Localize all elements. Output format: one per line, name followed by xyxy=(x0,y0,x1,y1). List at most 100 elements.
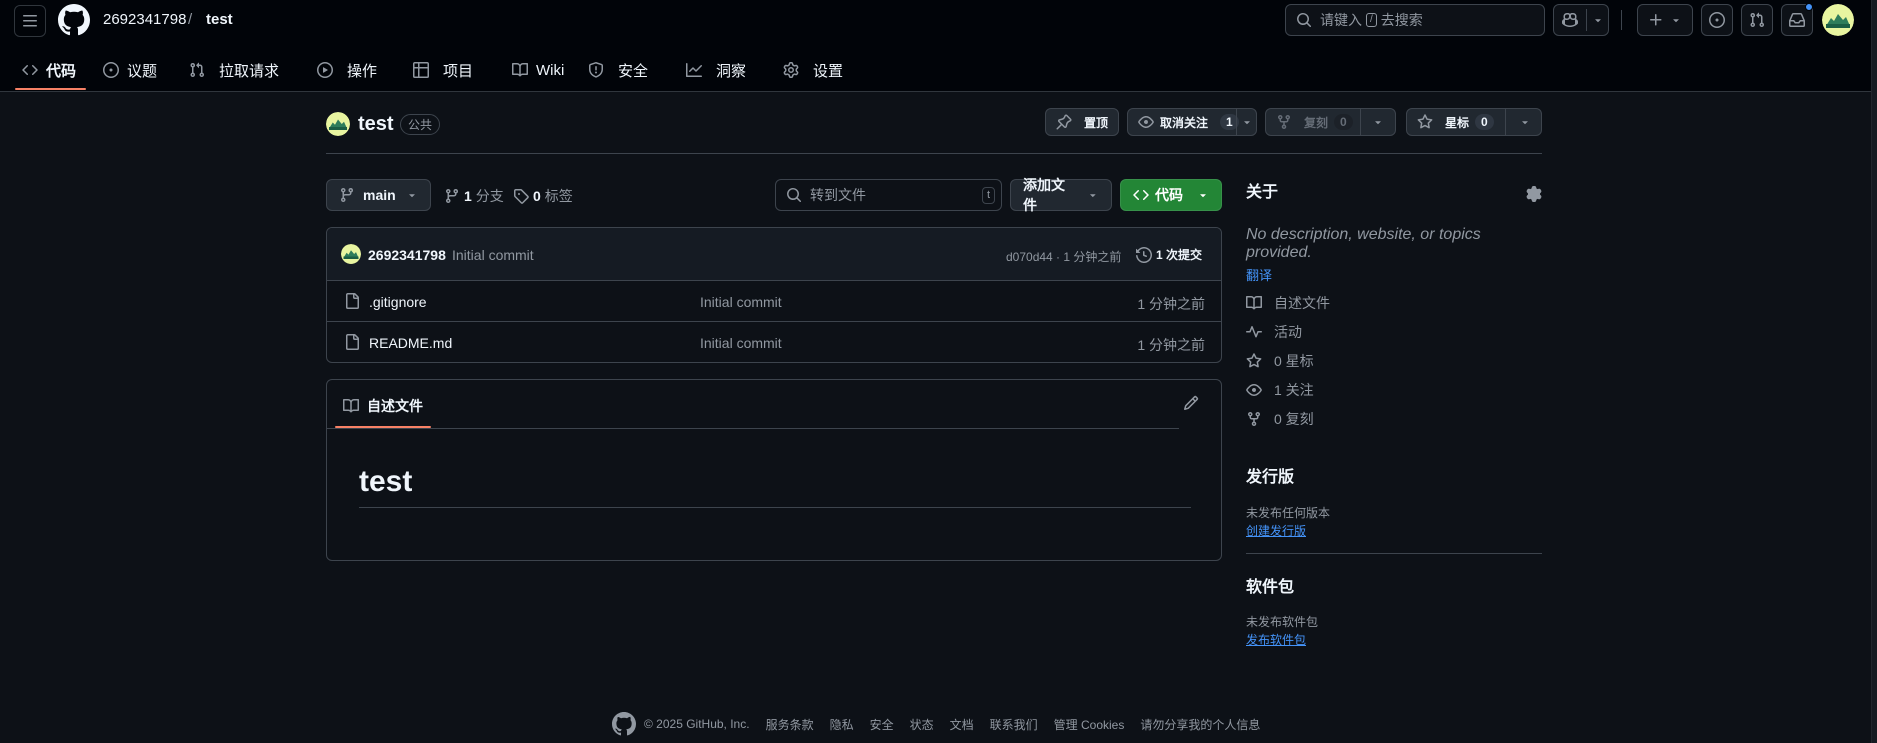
tab-actions[interactable]: 操作 xyxy=(317,48,377,92)
history-icon xyxy=(1136,246,1152,263)
footer-link-docs[interactable]: 文档 xyxy=(950,716,974,733)
hamburger-icon xyxy=(23,15,37,27)
create-release-link[interactable]: 创建发行版 xyxy=(1246,522,1306,539)
tab-security[interactable]: 安全 xyxy=(588,48,648,92)
footer-link-security[interactable]: 安全 xyxy=(870,716,894,733)
repo-title[interactable]: test xyxy=(358,113,394,136)
commit-author[interactable]: 2692341798 xyxy=(368,247,446,263)
create-new-button[interactable] xyxy=(1637,4,1693,36)
commit-author-avatar[interactable] xyxy=(341,244,361,264)
tab-code[interactable]: 代码 xyxy=(22,48,76,92)
footer-link-terms[interactable]: 服务条款 xyxy=(766,716,814,733)
page-scrollbar[interactable] xyxy=(1871,0,1877,743)
chevron-down-icon xyxy=(1090,194,1096,198)
add-file-label: 添加文件 xyxy=(1023,177,1065,213)
copilot-icon xyxy=(1562,12,1578,28)
sidebar-item-activity[interactable]: 活动 xyxy=(1246,322,1302,342)
issues-button[interactable] xyxy=(1701,4,1733,36)
footer-link-do-not-share[interactable]: 请勿分享我的个人信息 xyxy=(1140,716,1260,733)
unwatch-button[interactable]: 取消关注 1 xyxy=(1127,108,1257,136)
fork-label: 复刻 xyxy=(1304,115,1329,130)
sidebar-item-label: 活动 xyxy=(1274,324,1302,340)
footer-link-status[interactable]: 状态 xyxy=(910,716,934,733)
go-to-file-shortcut: t xyxy=(981,187,995,204)
global-search-input[interactable]: 请键入 / 去搜索 xyxy=(1285,4,1545,36)
code-icon xyxy=(1133,189,1149,201)
footer: © 2025 GitHub, Inc. 服务条款 隐私 安全 状态 文档 联系我… xyxy=(612,712,1260,736)
sidebar-item-forks[interactable]: 0 复刻 xyxy=(1246,409,1314,429)
pull-requests-button[interactable] xyxy=(1741,4,1773,36)
sidebar-divider xyxy=(1246,553,1542,554)
tab-wiki[interactable]: Wiki xyxy=(512,48,564,92)
chevron-down-icon[interactable] xyxy=(1519,116,1531,128)
graph-icon xyxy=(686,63,702,77)
chevron-down-icon[interactable] xyxy=(1241,116,1253,128)
edit-readme-button[interactable] xyxy=(1183,395,1199,411)
tags-link[interactable]: 0 标签 xyxy=(513,186,573,206)
footer-link-cookies[interactable]: 管理 Cookies xyxy=(1054,716,1125,733)
add-file-button[interactable]: 添加文件 xyxy=(1010,177,1112,213)
branch-selector[interactable]: main xyxy=(326,179,431,211)
tab-projects[interactable]: 项目 xyxy=(413,48,473,92)
table-row[interactable]: README.md Initial commit 1 分钟之前 xyxy=(327,322,1221,362)
tab-pull-requests[interactable]: 拉取请求 xyxy=(189,48,279,92)
tab-projects-label: 项目 xyxy=(443,62,474,80)
pull-request-icon xyxy=(1750,12,1765,28)
releases-empty-text: 未发布任何版本 xyxy=(1246,506,1331,520)
chevron-down-icon xyxy=(1200,194,1206,198)
sidebar-item-label: 1 关注 xyxy=(1274,382,1314,398)
readme-tab[interactable]: 自述文件 xyxy=(343,396,423,416)
code-button[interactable]: 代码 xyxy=(1120,179,1222,211)
star-icon xyxy=(1246,353,1262,368)
star-button[interactable]: 星标 0 xyxy=(1406,108,1542,136)
tab-insights[interactable]: 洞察 xyxy=(686,48,746,92)
breadcrumb-repo[interactable]: test xyxy=(206,11,233,28)
sidebar-item-stars[interactable]: 0 星标 xyxy=(1246,351,1314,371)
table-row[interactable]: .gitignore Initial commit 1 分钟之前 xyxy=(327,281,1221,322)
fork-button[interactable]: 复刻 0 xyxy=(1265,108,1396,136)
file-commit-message[interactable]: Initial commit xyxy=(700,335,782,351)
releases-title[interactable]: 发行版 xyxy=(1246,463,1294,487)
commit-message[interactable]: Initial commit xyxy=(452,247,534,263)
branches-count: 1 xyxy=(464,188,472,204)
translate-link[interactable]: 翻译 xyxy=(1246,265,1272,284)
file-name[interactable]: README.md xyxy=(369,335,452,351)
breadcrumb-owner[interactable]: 2692341798 xyxy=(103,11,186,28)
commit-history-link[interactable]: 1 次提交 xyxy=(1136,246,1202,263)
branches-link[interactable]: 1 分支 xyxy=(444,186,504,206)
chevron-down-icon[interactable] xyxy=(1372,116,1384,128)
sidebar-item-watchers[interactable]: 1 关注 xyxy=(1246,380,1314,400)
tab-issues[interactable]: 议题 xyxy=(103,48,157,92)
readme-panel: 自述文件 test xyxy=(326,379,1222,561)
repo-tabs: 代码 议题 拉取请求 操作 项目 Wiki 安全 洞察 设置 xyxy=(0,48,1000,92)
sidebar-item-readme[interactable]: 自述文件 xyxy=(1246,293,1330,313)
commit-meta[interactable]: d070d44 · 1 分钟之前 xyxy=(1006,248,1121,265)
star-count: 0 xyxy=(1475,114,1494,130)
footer-link-contact[interactable]: 联系我们 xyxy=(990,716,1038,733)
edit-about-button[interactable] xyxy=(1526,186,1542,202)
fork-icon xyxy=(1248,412,1260,427)
tab-actions-label: 操作 xyxy=(347,62,378,80)
branch-icon xyxy=(445,189,458,204)
file-icon xyxy=(346,293,359,309)
owner-avatar[interactable] xyxy=(326,112,350,136)
user-avatar[interactable] xyxy=(1822,4,1854,36)
packages-title[interactable]: 软件包 xyxy=(1246,573,1294,597)
go-to-file-input[interactable]: 转到文件 t xyxy=(775,179,1002,211)
tab-settings[interactable]: 设置 xyxy=(783,48,843,92)
tab-code-label: 代码 xyxy=(46,62,77,80)
sidebar-item-label: 自述文件 xyxy=(1274,295,1330,311)
footer-link-privacy[interactable]: 隐私 xyxy=(830,716,854,733)
github-logo-icon[interactable] xyxy=(612,712,636,736)
about-title: 关于 xyxy=(1246,184,1279,201)
pin-button[interactable]: 置顶 xyxy=(1045,108,1119,136)
copilot-button[interactable] xyxy=(1553,4,1609,36)
github-logo-icon[interactable] xyxy=(58,4,90,36)
file-name[interactable]: .gitignore xyxy=(369,294,427,310)
fork-count: 0 xyxy=(1334,114,1353,130)
publish-package-link[interactable]: 发布软件包 xyxy=(1246,631,1306,648)
play-icon xyxy=(317,62,333,78)
menu-button[interactable] xyxy=(14,5,46,37)
file-commit-message[interactable]: Initial commit xyxy=(700,294,782,310)
book-icon xyxy=(1246,295,1262,310)
